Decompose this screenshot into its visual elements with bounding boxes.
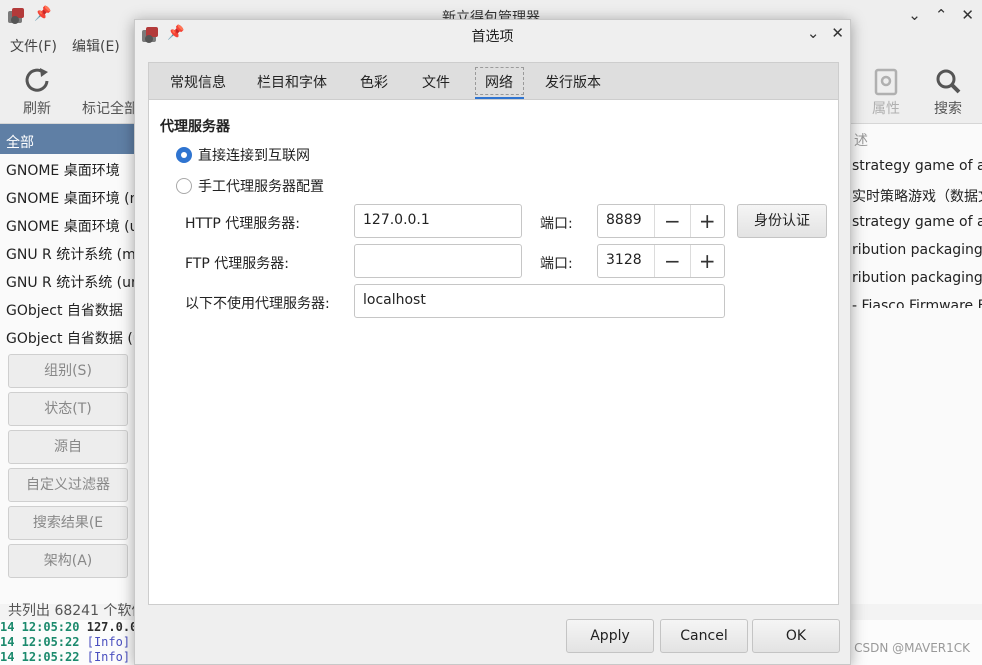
tab-general[interactable]: 常规信息 [170,72,226,92]
mark-all-label: 标记全部 [82,101,138,117]
ftp-port-stepper[interactable]: 3128 − + [597,244,725,278]
increment-icon[interactable]: + [689,205,724,237]
decrement-icon[interactable]: − [655,245,689,277]
dialog-title: 首选项 [471,29,514,45]
tab-columns-fonts[interactable]: 栏目和字体 [257,72,327,92]
ok-button[interactable]: OK [752,619,840,653]
http-port-stepper[interactable]: 8889 − + [597,204,725,238]
apply-button[interactable]: Apply [566,619,654,653]
description-column-header[interactable]: 述 [850,124,982,154]
menu-file[interactable]: 文件(F) [10,36,57,56]
menu-edit[interactable]: 编辑(E) [72,36,120,56]
ftp-port-value[interactable]: 3128 [598,245,656,277]
filter-search-results-button[interactable]: 搜索结果(E [8,506,128,540]
search-label: 搜索 [934,101,962,117]
no-proxy-input[interactable]: localhost [354,284,725,318]
category-item[interactable]: GNOME 桌面环境 (m [0,182,136,210]
category-item[interactable]: GObject 自省数据 [0,294,136,322]
refresh-icon [25,68,49,92]
direct-connection-option[interactable]: 直接连接到互联网 [176,145,310,165]
ftp-port-label: 端口: [540,256,573,272]
close-icon[interactable]: ✕ [961,6,974,24]
minimize-icon[interactable]: ⌄ [807,24,820,42]
filter-architecture-button[interactable]: 架构(A) [8,544,128,578]
manual-proxy-label: 手工代理服务器配置 [198,179,324,195]
cancel-button[interactable]: Cancel [660,619,748,653]
filter-custom-button[interactable]: 自定义过滤器 [8,468,128,502]
minimize-icon[interactable]: ⌄ [908,6,921,24]
proxy-section-title: 代理服务器 [160,119,230,135]
tab-colors[interactable]: 色彩 [360,72,388,92]
properties-label: 属性 [872,101,900,117]
network-panel: 代理服务器 直接连接到互联网 手工代理服务器配置 HTTP 代理服务器: 127… [148,99,839,605]
ftp-proxy-label: FTP 代理服务器: [185,256,289,272]
http-proxy-input[interactable]: 127.0.0.1 [354,204,522,238]
refresh-button[interactable]: 刷新 [7,64,67,118]
properties-icon [874,68,898,96]
package-description[interactable]: strategy game of an [850,210,982,238]
category-panel: 全部 GNOME 桌面环境 GNOME 桌面环境 (m GNOME 桌面环境 (… [0,124,136,604]
increment-icon[interactable]: + [689,245,724,277]
maximize-icon[interactable]: ⌃ [935,6,948,24]
category-item[interactable]: GNOME 桌面环境 (ur [0,210,136,238]
category-item[interactable]: GNOME 桌面环境 [0,154,136,182]
http-port-label: 端口: [540,216,573,232]
package-description[interactable]: ribution packaging s [850,266,982,294]
search-button[interactable]: 搜索 [918,64,978,118]
http-port-value[interactable]: 8889 [598,205,656,237]
package-list: 述 strategy game of an 实时策略游戏（数据文 strateg… [850,124,982,604]
package-description[interactable]: - Fiasco Firmware Fla [850,294,982,308]
tab-files[interactable]: 文件 [422,72,450,92]
tab-distribution[interactable]: 发行版本 [545,72,601,92]
refresh-label: 刷新 [23,101,51,117]
http-proxy-label: HTTP 代理服务器: [185,216,300,232]
filter-origin-button[interactable]: 源自 [8,430,128,464]
category-all[interactable]: 全部 [0,124,136,154]
package-description[interactable]: strategy game of an [850,154,982,182]
direct-connection-label: 直接连接到互联网 [198,148,310,164]
ftp-proxy-input[interactable] [354,244,522,278]
radio-checked-icon[interactable] [176,147,192,163]
dialog-titlebar: 📌 首选项 ⌄ ✕ [135,20,850,50]
package-description[interactable]: 实时策略游戏（数据文 [850,182,982,210]
category-item[interactable]: GObject 自省数据 (u [0,322,136,350]
no-proxy-label: 以下不使用代理服务器: [185,296,330,312]
mark-all-button[interactable]: 标记全部 [82,64,142,118]
category-item[interactable]: GNU R 统计系统 (mu [0,238,136,266]
package-description[interactable]: ribution packaging s [850,238,982,266]
category-item[interactable]: GNU R 统计系统 (uni [0,266,136,294]
filter-status-button[interactable]: 状态(T) [8,392,128,426]
manual-proxy-option[interactable]: 手工代理服务器配置 [176,176,324,196]
close-icon[interactable]: ✕ [831,24,844,42]
decrement-icon[interactable]: − [655,205,689,237]
filter-sections-button[interactable]: 组别(S) [8,354,128,388]
tab-network[interactable]: 网络 [485,72,513,92]
properties-button[interactable]: 属性 [856,64,916,118]
search-icon [936,69,961,94]
tab-bar: 常规信息 栏目和字体 色彩 文件 网络 发行版本 [148,62,839,100]
radio-unchecked-icon[interactable] [176,178,192,194]
watermark: CSDN @MAVER1CK [854,641,970,655]
authentication-button[interactable]: 身份认证 [737,204,827,238]
preferences-dialog: 📌 首选项 ⌄ ✕ 常规信息 栏目和字体 色彩 文件 网络 发行版本 代理服务器… [134,19,851,665]
